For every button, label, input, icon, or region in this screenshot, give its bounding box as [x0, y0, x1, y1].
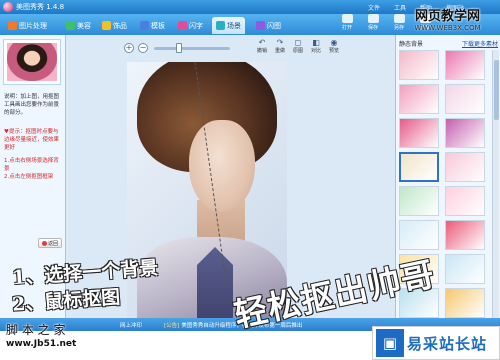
tip-label: 提示：抠图时点要与边缘尽量接近，使效果更好: [4, 129, 60, 151]
tab-label: 图片处理: [19, 21, 47, 30]
preview-icon: ◉: [330, 38, 338, 47]
tab-label: 闪图: [267, 21, 281, 30]
zoom-out-icon[interactable]: −: [138, 43, 148, 53]
tab-label: 闪字: [189, 21, 203, 30]
zoom-slider-knob[interactable]: [176, 43, 182, 53]
download-more-link[interactable]: 下载更多素材: [462, 39, 498, 48]
tab-beauty[interactable]: 美容: [62, 17, 95, 34]
original-button[interactable]: ◻ 原图: [290, 38, 306, 54]
preview-button[interactable]: ◉ 预览: [326, 38, 342, 54]
open-button[interactable]: 打开: [336, 14, 358, 31]
background-thumbnail[interactable]: [399, 186, 439, 216]
background-tabs: 静态背景 下载更多素材: [399, 39, 498, 48]
watermark-top-title: 网页教学网: [414, 9, 480, 24]
back-icon: [41, 240, 47, 246]
instruction-text: 说明：加上图，用抠图工具画出您要作为前景的部分。: [4, 94, 60, 116]
zoom-slider[interactable]: [154, 47, 230, 50]
tab-image-icon: [8, 21, 17, 30]
tab-label: 美容: [77, 21, 91, 30]
tab-scene-icon: [216, 21, 225, 30]
tab-flash-text[interactable]: 闪字: [174, 17, 207, 34]
back-label: 返回: [47, 240, 58, 247]
menu-file[interactable]: 文件: [368, 3, 380, 12]
undo-button[interactable]: ↶ 撤销: [254, 38, 270, 54]
background-thumbnail[interactable]: [399, 152, 439, 182]
tab-label: 场景: [227, 21, 241, 30]
app-title: 美图秀秀 1.4.8: [16, 3, 65, 11]
watermark-top-url: WWW.WEB3X.COM: [414, 24, 481, 32]
tab-template[interactable]: 模板: [136, 17, 169, 34]
watermark-top: 网页教学网 WWW.WEB3X.COM: [395, 5, 500, 32]
back-button[interactable]: 返回: [38, 238, 62, 248]
site-logo-icon: ▣: [376, 329, 404, 357]
tab-beauty-icon: [66, 21, 75, 30]
announce-label: [公告]: [164, 322, 180, 329]
redo-button[interactable]: ↷ 重做: [272, 38, 288, 54]
save-label: 保存: [367, 25, 378, 31]
redo-label: 重做: [274, 48, 285, 54]
thumbnail-image: [7, 43, 57, 81]
canvas-toolbar: + − ↶ 撤销 ↷ 重做 ◻ 原图 ◧ 对比 ◉ 预览: [66, 35, 395, 61]
background-thumbnail[interactable]: [445, 186, 485, 216]
watermark-site-url: www.Jb51.net: [6, 339, 77, 349]
background-thumbnail[interactable]: [445, 220, 485, 250]
original-label: 原图: [292, 48, 303, 54]
undo-label: 撤销: [256, 48, 267, 54]
original-icon: ◻: [294, 38, 302, 47]
online-print-link[interactable]: 网上冲印: [120, 321, 142, 329]
background-thumbnail[interactable]: [399, 84, 439, 114]
tab-label: 模板: [151, 21, 165, 30]
tab-template-icon: [140, 21, 149, 30]
step-item: 2.点击左侧抠图框架: [4, 174, 54, 180]
compare-icon: ◧: [312, 38, 320, 47]
background-thumbnail[interactable]: [445, 254, 485, 284]
background-thumbnail[interactable]: [399, 220, 439, 250]
open-label: 打开: [341, 25, 352, 31]
tab-label: 饰品: [113, 21, 127, 30]
tab-flash-text-icon: [178, 21, 187, 30]
folder-icon: [341, 14, 353, 23]
scrollbar[interactable]: [492, 50, 499, 320]
scrollbar-thumb[interactable]: [494, 60, 499, 120]
zoom-in-icon[interactable]: +: [124, 43, 134, 53]
save-icon: [367, 14, 379, 23]
watermark-bottom-left: 脚 本 之 家 www.Jb51.net: [6, 321, 116, 349]
background-thumbnail[interactable]: [445, 118, 485, 148]
tab-flash-image-icon: [256, 21, 265, 30]
app-logo-icon: [3, 2, 13, 12]
undo-icon: ↶: [258, 38, 266, 47]
tab-accessory[interactable]: 饰品: [98, 17, 131, 34]
watermark-bottom-right: ▣ 易采站长站: [372, 326, 500, 360]
compare-label: 对比: [310, 48, 321, 54]
background-thumbnail[interactable]: [399, 50, 439, 80]
tab-image-process[interactable]: 图片处理: [4, 17, 51, 34]
tab-static-background[interactable]: 静态背景: [399, 39, 423, 48]
background-thumbnail[interactable]: [445, 50, 485, 80]
tab-scene[interactable]: 场景: [212, 17, 245, 34]
tab-flash-image[interactable]: 闪图: [252, 17, 285, 34]
compare-button[interactable]: ◧ 对比: [308, 38, 324, 54]
background-thumbnail[interactable]: [445, 152, 485, 182]
background-thumbnail[interactable]: [445, 288, 485, 318]
example-thumbnail: [3, 39, 61, 85]
steps-list: 1.点击右侧场景选择背景 2.点击左侧抠图框架: [4, 157, 62, 181]
watermark-brand: 易采站长站: [407, 334, 488, 353]
step-item: 1.点击右侧场景选择背景: [4, 158, 59, 172]
preview-label: 预览: [328, 48, 339, 54]
background-thumbnail[interactable]: [399, 118, 439, 148]
photo-face: [189, 120, 255, 212]
tab-accessory-icon: [102, 21, 111, 30]
tip-text: ♥提示：抠图时点要与边缘尽量接近，使效果更好: [4, 128, 62, 152]
background-thumbnail[interactable]: [445, 84, 485, 114]
redo-icon: ↷: [276, 38, 284, 47]
save-button[interactable]: 保存: [362, 14, 384, 31]
watermark-site-name: 脚 本 之 家: [6, 323, 66, 337]
